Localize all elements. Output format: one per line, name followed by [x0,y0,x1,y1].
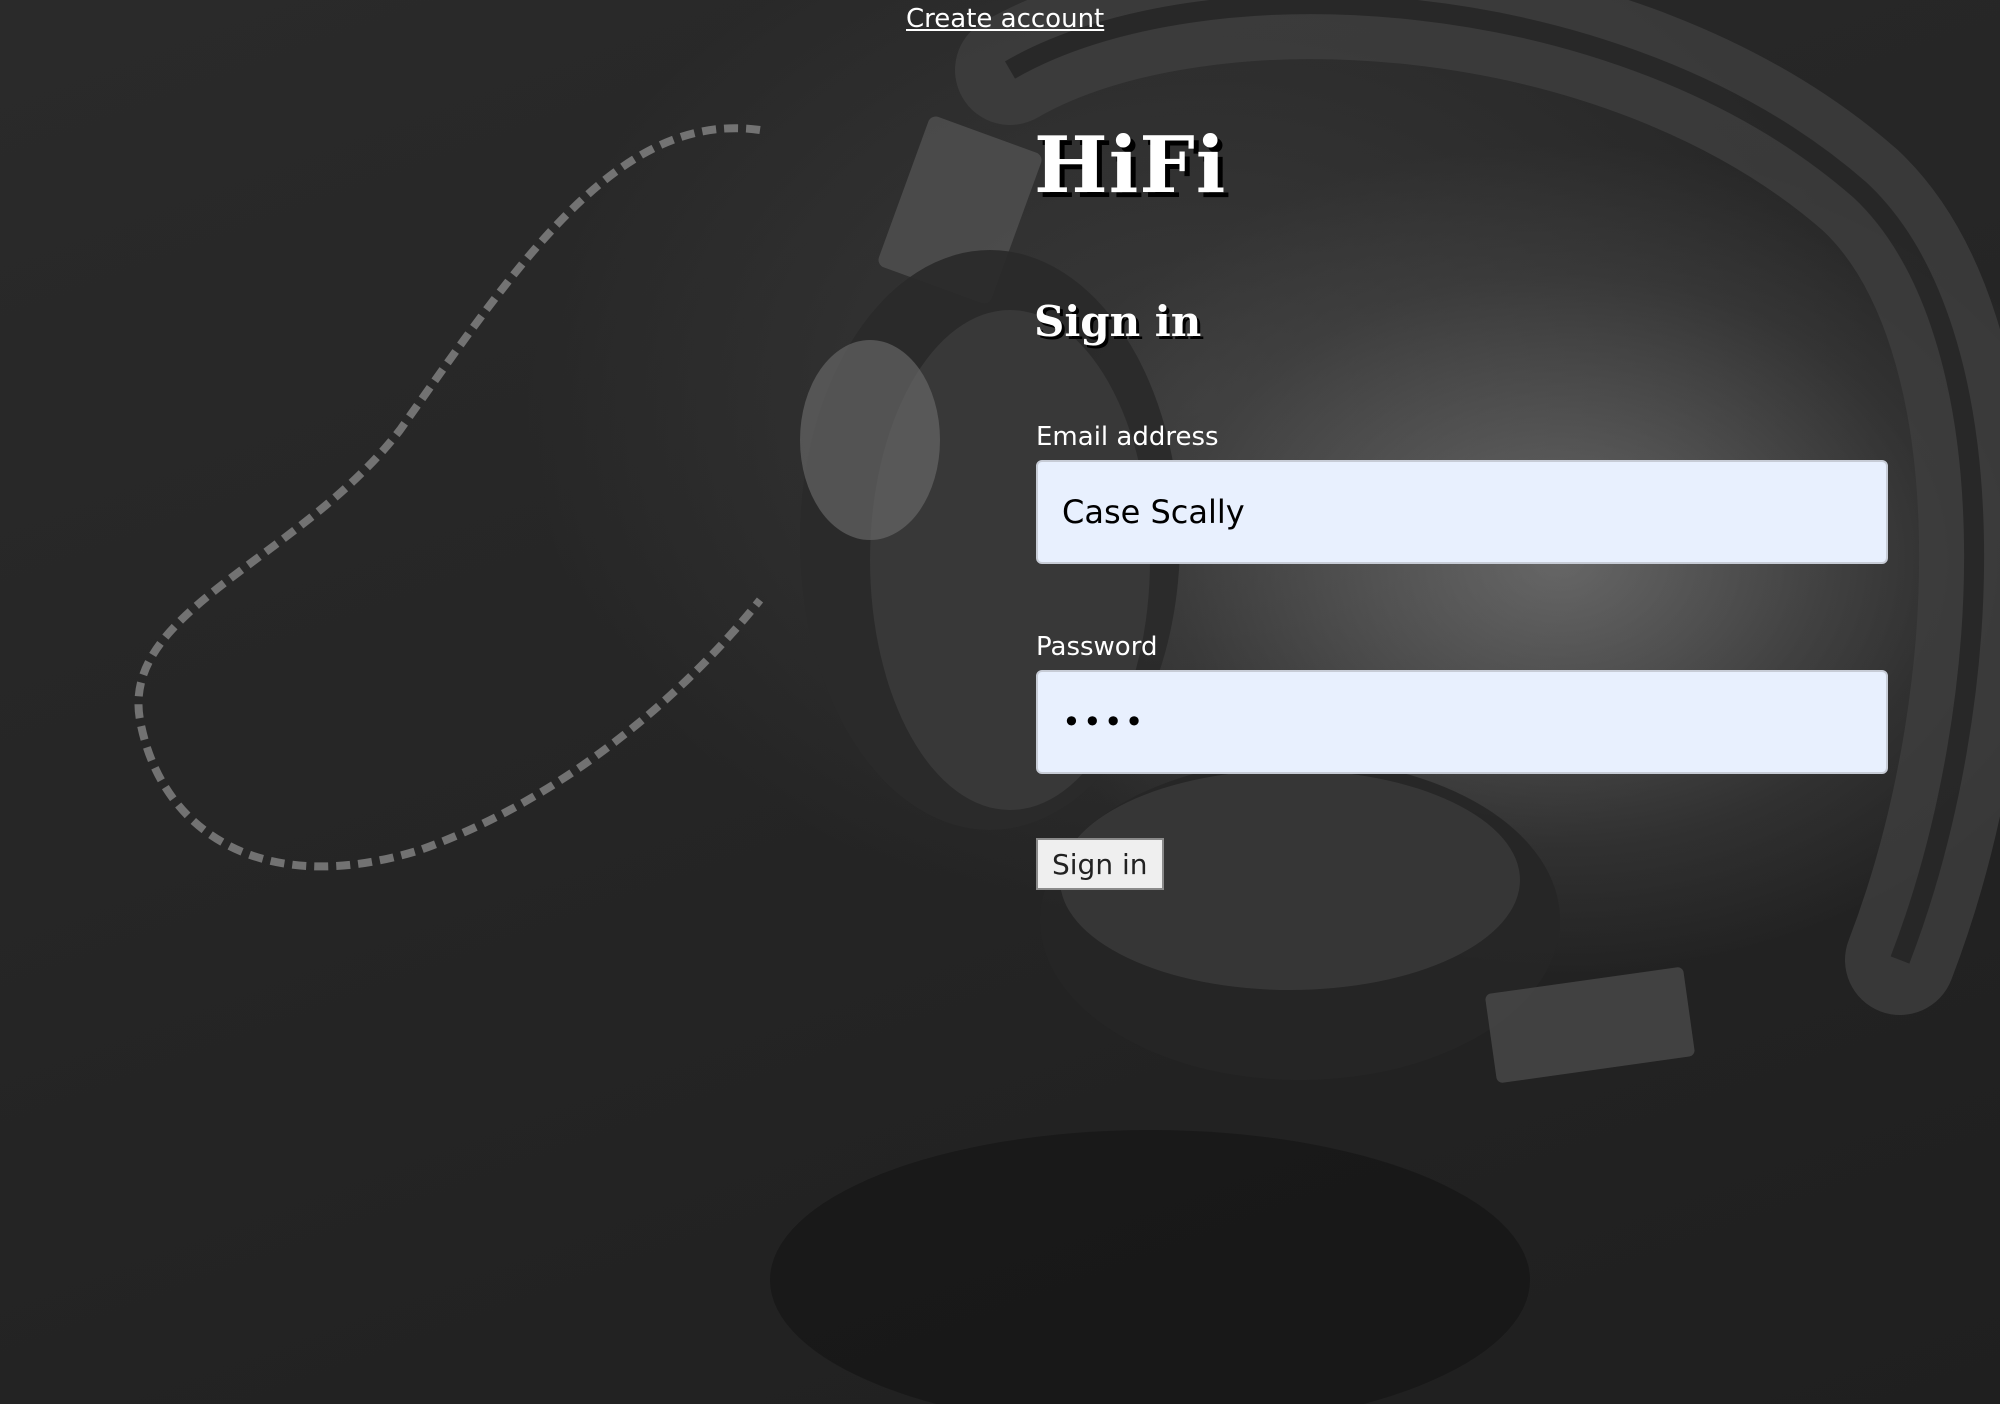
sign-in-button[interactable]: Sign in [1036,838,1164,890]
email-field[interactable] [1036,460,1888,564]
password-field[interactable] [1036,670,1888,774]
email-label: Email address [1036,422,1219,452]
password-label: Password [1036,632,1158,662]
login-page: Create account HiFi Sign in Email addres… [0,0,2000,1404]
brand-title: HiFi [1034,120,1227,211]
create-account-link[interactable]: Create account [906,4,1104,34]
sign-in-heading: Sign in [1034,297,1202,346]
